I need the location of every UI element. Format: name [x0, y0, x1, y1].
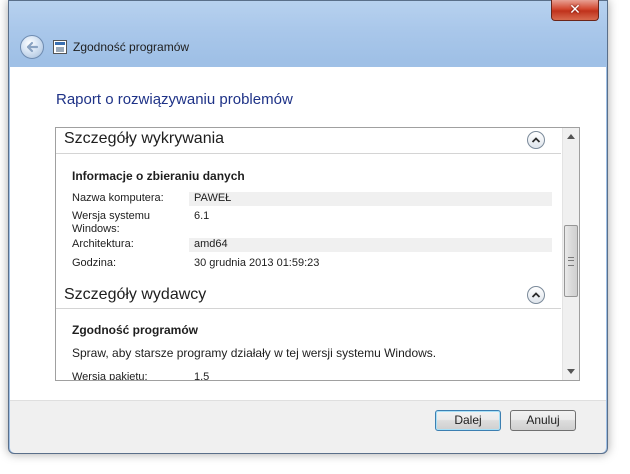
footer-bar: Dalej Anuluj [10, 400, 606, 453]
scroll-up-arrow-icon [567, 134, 575, 139]
grip-icon [568, 257, 574, 266]
detection-section-header: Szczegóły wykrywania [64, 130, 225, 147]
back-button[interactable] [20, 35, 44, 59]
back-arrow-icon [26, 41, 39, 53]
next-button[interactable]: Dalej [435, 410, 501, 431]
section-divider [56, 308, 561, 309]
section-divider [56, 153, 561, 154]
detail-label: Wersja systemu Windows: [72, 210, 151, 235]
detail-label: Nazwa komputera: [72, 192, 164, 204]
detail-value: 6.1 [194, 210, 210, 222]
detail-row-time: Godzina: 30 grudnia 2013 01:59:23 [72, 257, 552, 271]
publisher-description: Spraw, aby starsze programy działały w t… [72, 346, 437, 360]
detail-value: 30 grudnia 2013 01:59:23 [194, 257, 320, 269]
chevron-up-icon [531, 292, 541, 298]
detail-label: Wersja pakietu: [72, 371, 148, 380]
troubleshooter-window: ✕ Zgodność programów Raport o rozwiązywa… [8, 0, 608, 454]
scroll-down-arrow-icon [567, 369, 575, 374]
detail-row-windows-version: Wersja systemu Windows: 6.1 [72, 210, 552, 236]
detail-value: 1.5 [194, 371, 210, 380]
report-title: Raport o rozwiązywaniu problemów [56, 91, 293, 108]
detail-label: Architektura: [72, 238, 134, 250]
publisher-section-header: Szczegóły wydawcy [64, 286, 207, 303]
detection-collapse-button[interactable] [527, 131, 545, 149]
detail-label: Godzina: [72, 257, 117, 269]
scrollbar-thumb[interactable] [564, 225, 578, 297]
detection-subheading: Informacje o zbieraniu danych [72, 169, 245, 183]
close-button[interactable]: ✕ [551, 0, 599, 21]
program-compatibility-icon [53, 40, 67, 54]
detail-value: PAWEŁ [194, 192, 232, 204]
scroll-up-button[interactable] [563, 128, 579, 145]
chevron-up-icon [531, 137, 541, 143]
window-title: Zgodność programów [73, 40, 190, 54]
navigation-bar: Zgodność programów [10, 29, 606, 67]
detail-value: amd64 [194, 238, 228, 250]
detail-row-computer-name: Nazwa komputera: PAWEŁ [72, 192, 552, 206]
scroll-down-button[interactable] [563, 363, 579, 380]
detail-row-package-version: Wersja pakietu: 1.5 [72, 371, 552, 380]
detail-row-architecture: Architektura: amd64 [72, 238, 552, 252]
content-area: Raport o rozwiązywaniu problemów Szczegó… [10, 67, 606, 400]
publisher-subheading: Zgodność programów [72, 323, 198, 337]
close-icon: ✕ [569, 1, 581, 17]
cancel-button[interactable]: Anuluj [510, 410, 576, 431]
report-details-panel[interactable]: Szczegóły wykrywania Informacje o zbiera… [55, 127, 580, 381]
vertical-scrollbar[interactable] [562, 128, 579, 380]
publisher-collapse-button[interactable] [527, 286, 545, 304]
